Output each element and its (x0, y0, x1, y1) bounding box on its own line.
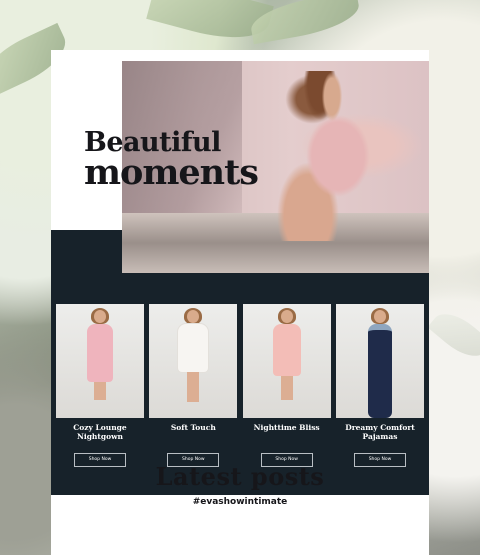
hero-title: Beautiful moments (84, 129, 259, 193)
product-name[interactable]: Soft Touch (149, 423, 237, 445)
product-grid: Cozy Lounge Nightgown Shop Now Soft Touc… (56, 304, 424, 467)
product-name[interactable]: Nighttime Bliss (243, 423, 331, 445)
hero-title-line2: moments (84, 151, 259, 193)
product-image[interactable] (335, 304, 424, 418)
product-image[interactable] (56, 304, 144, 418)
product-name[interactable]: Cozy Lounge Nightgown (56, 423, 144, 445)
petal-decoration (427, 304, 480, 366)
product-card[interactable]: Dreamy Comfort Pajamas Shop Now (335, 304, 424, 467)
hashtag-link[interactable]: #evashowintimate (51, 497, 429, 507)
product-image[interactable] (149, 304, 238, 418)
latest-posts-heading: Latest posts (155, 462, 325, 491)
content-card: Beautiful moments Cozy Lounge Nightgown … (51, 50, 429, 555)
product-image[interactable] (242, 304, 331, 418)
product-card[interactable]: Cozy Lounge Nightgown Shop Now (56, 304, 144, 467)
model-figure (272, 71, 392, 241)
product-card[interactable]: Nighttime Bliss Shop Now (242, 304, 331, 467)
product-card[interactable]: Soft Touch Shop Now (149, 304, 238, 467)
product-name[interactable]: Dreamy Comfort Pajamas (336, 423, 424, 445)
